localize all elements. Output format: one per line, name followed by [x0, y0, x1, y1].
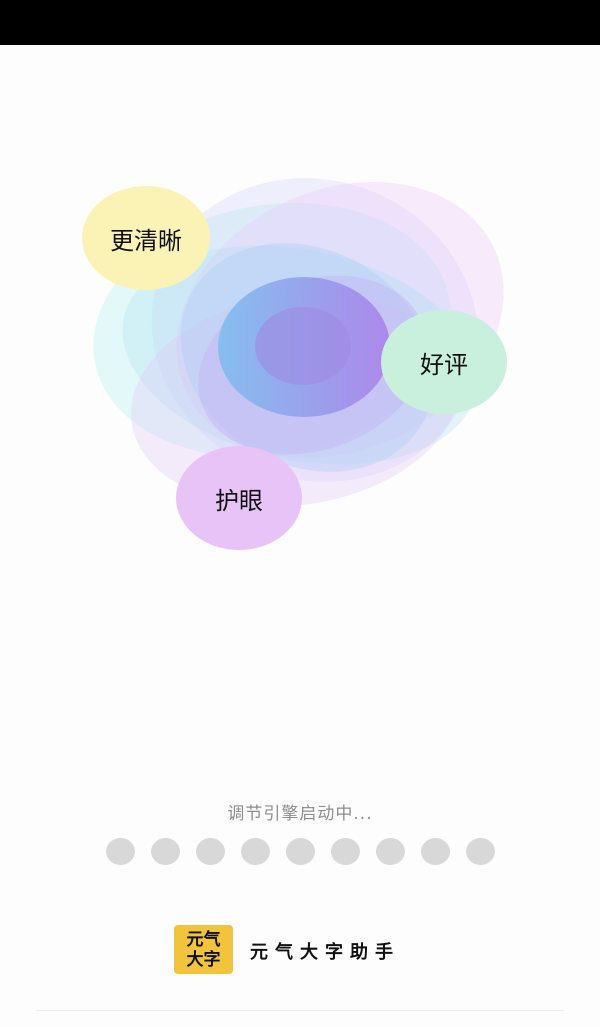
bubble-eye-care: 护眼: [176, 446, 302, 550]
bubble-eye-care-label: 护眼: [215, 486, 263, 515]
status-bar: [0, 0, 600, 45]
splash-screen: 更清晰 好评 护眼 调节引擎启动中... 元气 大字 元气大字助手: [0, 45, 600, 1027]
loading-dots: [106, 838, 496, 866]
loading-dot: [151, 838, 180, 865]
bubble-clearer: 更清晰: [82, 186, 210, 290]
blob-core-center: [255, 307, 351, 385]
app-logo: 元气 大字: [174, 925, 233, 974]
bubble-clearer-label: 更清晰: [110, 226, 182, 255]
loading-dot: [376, 838, 405, 865]
app-logo-line1: 元气: [186, 929, 221, 950]
bottom-divider: [36, 1010, 564, 1011]
bubble-review: 好评: [381, 310, 507, 414]
loading-dot: [106, 838, 135, 865]
loading-dot: [331, 838, 360, 865]
app-logo-line2: 大字: [186, 949, 221, 970]
decorative-blob-illustration: [0, 45, 600, 645]
loading-dot: [286, 838, 315, 865]
app-name: 元气大字助手: [250, 942, 400, 963]
loading-dot: [466, 838, 495, 865]
bubble-review-label: 好评: [420, 350, 468, 379]
loading-status-text: 调节引擎启动中...: [227, 804, 373, 824]
loading-dot: [196, 838, 225, 865]
loading-dot: [241, 838, 270, 865]
loading-dot: [421, 838, 450, 865]
